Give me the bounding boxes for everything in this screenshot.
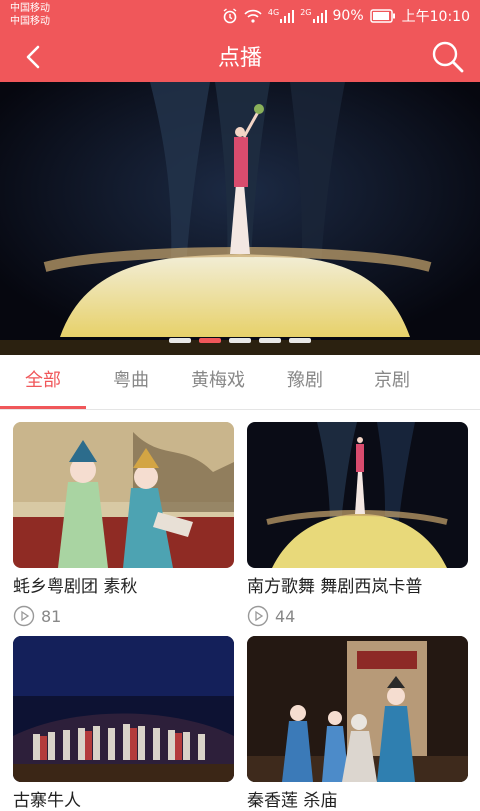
tab-yueqiu[interactable]: 粤曲 <box>88 355 174 409</box>
carrier-2: 中国移动 <box>10 16 50 27</box>
wifi-icon <box>244 9 262 23</box>
video-card[interactable]: 秦香莲 杀庙 <box>247 636 468 811</box>
alarm-icon <box>223 8 237 24</box>
page-title: 点播 <box>217 46 262 71</box>
play-count-value: 81 <box>41 606 62 626</box>
signal-bars-icon <box>280 10 295 23</box>
banner-carousel[interactable] <box>0 82 480 355</box>
signal-1: 4G <box>268 9 295 23</box>
battery-level: 90% <box>332 8 364 24</box>
search-icon <box>432 41 464 73</box>
signal-2: 2G <box>300 9 327 23</box>
video-card[interactable]: 蚝乡粤剧团 素秋 81 <box>13 422 234 627</box>
carrier-info: 中国移动 中国移动 <box>10 2 50 28</box>
carousel-dot-4[interactable] <box>259 338 281 343</box>
carousel-indicators <box>0 338 480 343</box>
signal-bars-icon <box>312 10 327 23</box>
video-thumbnail[interactable] <box>13 636 234 782</box>
video-title[interactable]: 蚝乡粤剧团 素秋 <box>13 572 234 597</box>
tab-all[interactable]: 全部 <box>0 355 86 409</box>
play-count: 81 <box>13 605 234 627</box>
status-icons: 4G 2G 90% 上午10:10 <box>222 6 470 26</box>
status-bar: 中国移动 中国移动 4G 2G 90% 上午10:10 <box>0 0 480 32</box>
banner-image <box>0 82 480 355</box>
carousel-dot-5[interactable] <box>289 338 311 343</box>
carousel-dot-3[interactable] <box>229 338 251 343</box>
video-title[interactable]: 南方歌舞 舞剧西岚卡普 <box>247 572 468 597</box>
play-circle-icon <box>13 605 35 627</box>
carousel-dot-2[interactable] <box>199 338 221 343</box>
video-thumbnail[interactable] <box>13 422 234 568</box>
tab-jingju[interactable]: 京剧 <box>348 355 436 409</box>
category-tabs: 全部 粤曲 黄梅戏 豫剧 京剧 <box>0 355 480 410</box>
play-circle-icon <box>247 605 269 627</box>
video-card[interactable]: 南方歌舞 舞剧西岚卡普 44 <box>247 422 468 627</box>
carrier-1: 中国移动 <box>10 3 50 14</box>
search-button[interactable] <box>430 39 466 75</box>
play-count: 44 <box>247 605 468 627</box>
tab-yuju[interactable]: 豫剧 <box>262 355 348 409</box>
navigation-bar: 点播 <box>0 32 480 82</box>
video-title[interactable]: 古寨牛人 <box>13 786 234 811</box>
clock: 上午10:10 <box>401 9 470 25</box>
video-thumbnail[interactable] <box>247 422 468 568</box>
battery-icon <box>369 9 395 23</box>
tab-active-indicator <box>0 406 86 409</box>
video-card[interactable]: 古寨牛人 <box>13 636 234 811</box>
play-count-value: 44 <box>275 606 296 626</box>
video-thumbnail[interactable] <box>247 636 468 782</box>
tab-huangmeixi[interactable]: 黄梅戏 <box>174 355 262 409</box>
carousel-dot-1[interactable] <box>169 338 191 343</box>
video-title[interactable]: 秦香莲 杀庙 <box>247 786 468 811</box>
